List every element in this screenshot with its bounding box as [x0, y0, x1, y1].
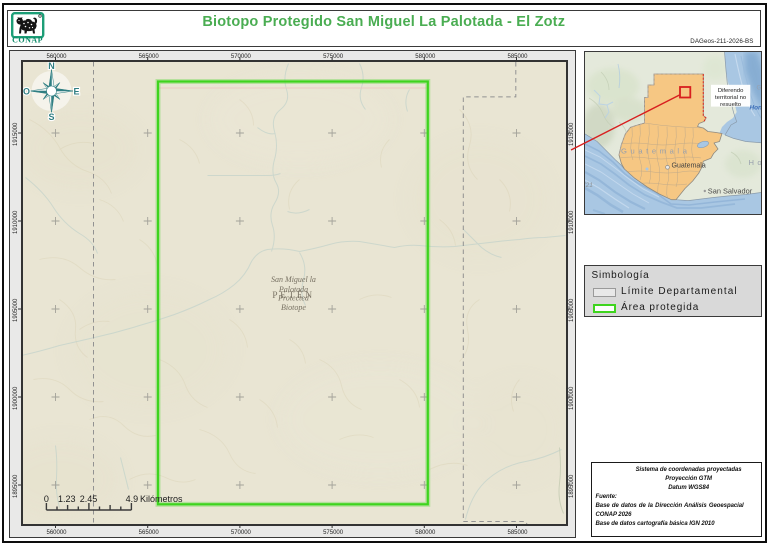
svg-text:Diferendo: Diferendo: [717, 88, 743, 94]
svg-text:G: G: [756, 84, 761, 91]
svg-text:Guatemala: Guatemala: [621, 146, 691, 155]
svg-text:territorial no: territorial no: [715, 95, 747, 101]
svg-text:Guatemala: Guatemala: [671, 162, 705, 169]
svg-text:Hondu: Hondu: [749, 104, 761, 111]
svg-text:R: R: [39, 14, 41, 18]
svg-text:721: 721: [585, 182, 593, 189]
svg-text:Ho: Ho: [748, 158, 761, 167]
svg-text:San Salvador: San Salvador: [707, 186, 752, 195]
svg-text:CONAP: CONAP: [12, 35, 43, 44]
svg-text:resuelto: resuelto: [720, 102, 742, 108]
